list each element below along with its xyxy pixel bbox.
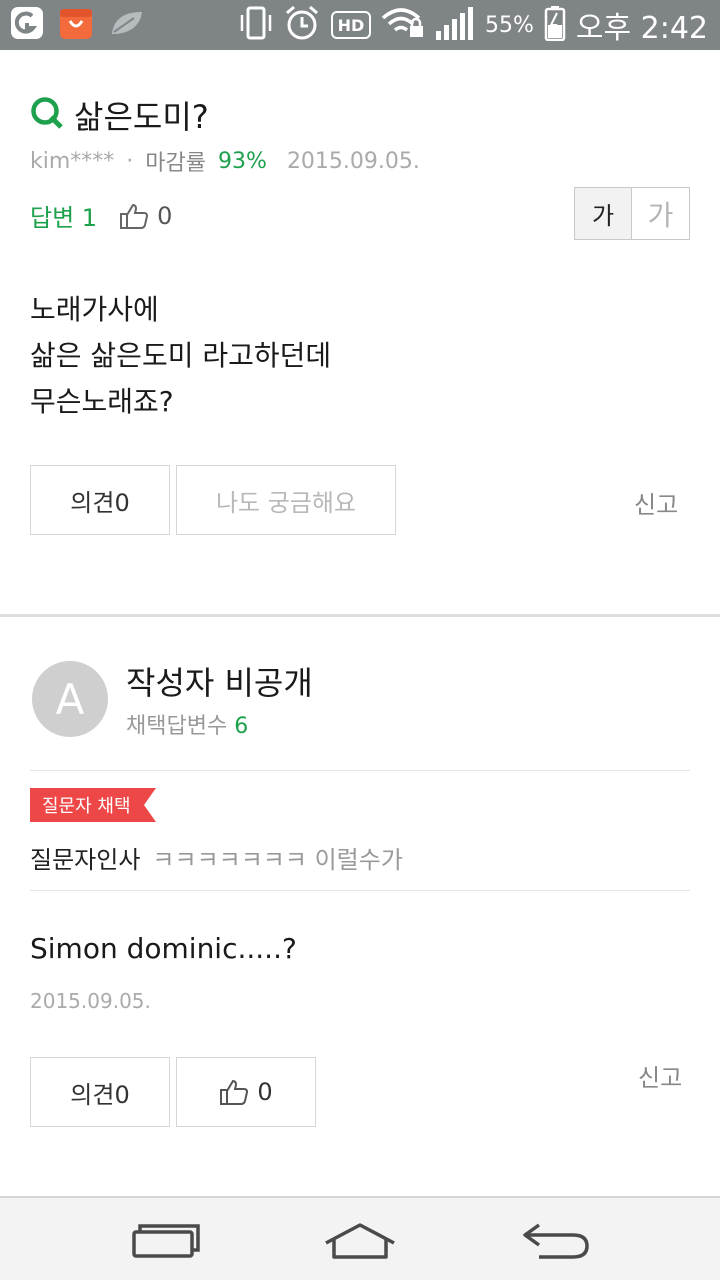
question-like-count: 0 (157, 201, 173, 230)
question-body-line: 노래가사에 (30, 293, 159, 326)
divider (30, 770, 690, 771)
answer-like-button[interactable]: 0 (176, 1057, 316, 1127)
question-date: 2015.09.05. (286, 148, 420, 174)
shopping-bag-icon (58, 5, 94, 45)
question-body-line: 무슨노래죠? (30, 385, 174, 418)
question-stats: 답변 1 0 (30, 198, 172, 233)
adopted-answer-count: 채택답변수 6 (126, 708, 248, 740)
asker-adopted-badge: 질문자 채택 (30, 788, 156, 822)
answer-count[interactable]: 답변 1 (30, 198, 97, 233)
question-author[interactable]: kim**** (30, 149, 114, 174)
font-size-toggle: 가 가 (574, 187, 690, 240)
answer-like-count: 0 (257, 1078, 273, 1106)
question-mark-icon (30, 96, 64, 134)
status-bar: HD 55% 오후 2:42 (0, 0, 720, 50)
deadline-value: 93% (218, 148, 267, 174)
question-title: 삶은도미? (74, 98, 209, 136)
me-too-curious-button[interactable]: 나도 궁금해요 (176, 465, 396, 535)
home-icon (320, 1221, 400, 1261)
question-comment-button[interactable]: 의견0 (30, 465, 170, 535)
meta-separator: · (126, 148, 134, 174)
answer-report-link[interactable]: 신고 (638, 1058, 682, 1093)
battery-charging-icon (544, 5, 566, 45)
recent-apps-icon (130, 1223, 200, 1259)
alarm-icon (283, 4, 321, 46)
adopt-count: 6 (234, 714, 249, 739)
deadline-label: 마감률 (145, 151, 207, 176)
clock: 오후 2:42 (575, 11, 708, 46)
question-title-row: 삶은도미? (30, 92, 209, 138)
answer-comment-button[interactable]: 의견0 (30, 1057, 170, 1127)
thanks-label: 질문자인사 (30, 846, 141, 874)
question-report-link[interactable]: 신고 (634, 485, 678, 520)
font-large-button[interactable]: 가 (632, 188, 689, 239)
signal-icon (435, 5, 475, 45)
vibrate-icon (239, 5, 273, 45)
battery-percent: 55% (484, 12, 534, 38)
navigation-bar (0, 1196, 720, 1280)
leaf-icon (108, 8, 144, 42)
app-notification-icon (10, 6, 44, 44)
divider (30, 890, 690, 891)
question-body-line: 삶은 삶은도미 라고하던데 (30, 339, 332, 372)
thumbs-up-icon (219, 1078, 249, 1106)
answer-author: 작성자 비공개 (126, 664, 313, 702)
answer-date: 2015.09.05. (30, 989, 151, 1013)
avatar-letter: A (55, 674, 85, 724)
section-divider (0, 614, 720, 617)
thanks-message: ㅋㅋㅋㅋㅋㅋㅋ 이럴수가 (152, 846, 403, 874)
thumbs-up-icon[interactable] (119, 202, 149, 230)
asker-thanks: 질문자인사 ㅋㅋㅋㅋㅋㅋㅋ 이럴수가 (30, 840, 403, 875)
recent-apps-button[interactable] (120, 1216, 210, 1266)
question-meta: kim**** · 마감률 93% 2015.09.05. (30, 145, 420, 177)
question-body: 노래가사에 삶은 삶은도미 라고하던데 무슨노래죠? (30, 287, 331, 425)
badge-label: 질문자 채택 (42, 796, 131, 817)
adopt-label: 채택답변수 (126, 714, 228, 739)
back-icon (519, 1221, 591, 1261)
avatar: A (32, 661, 108, 737)
font-small-button[interactable]: 가 (575, 188, 632, 239)
answer-body: Simon dominic.....? (30, 932, 297, 965)
back-button[interactable] (510, 1216, 600, 1266)
wifi-lock-icon (381, 6, 425, 44)
hd-voice-icon: HD (330, 11, 371, 39)
home-button[interactable] (315, 1216, 405, 1266)
